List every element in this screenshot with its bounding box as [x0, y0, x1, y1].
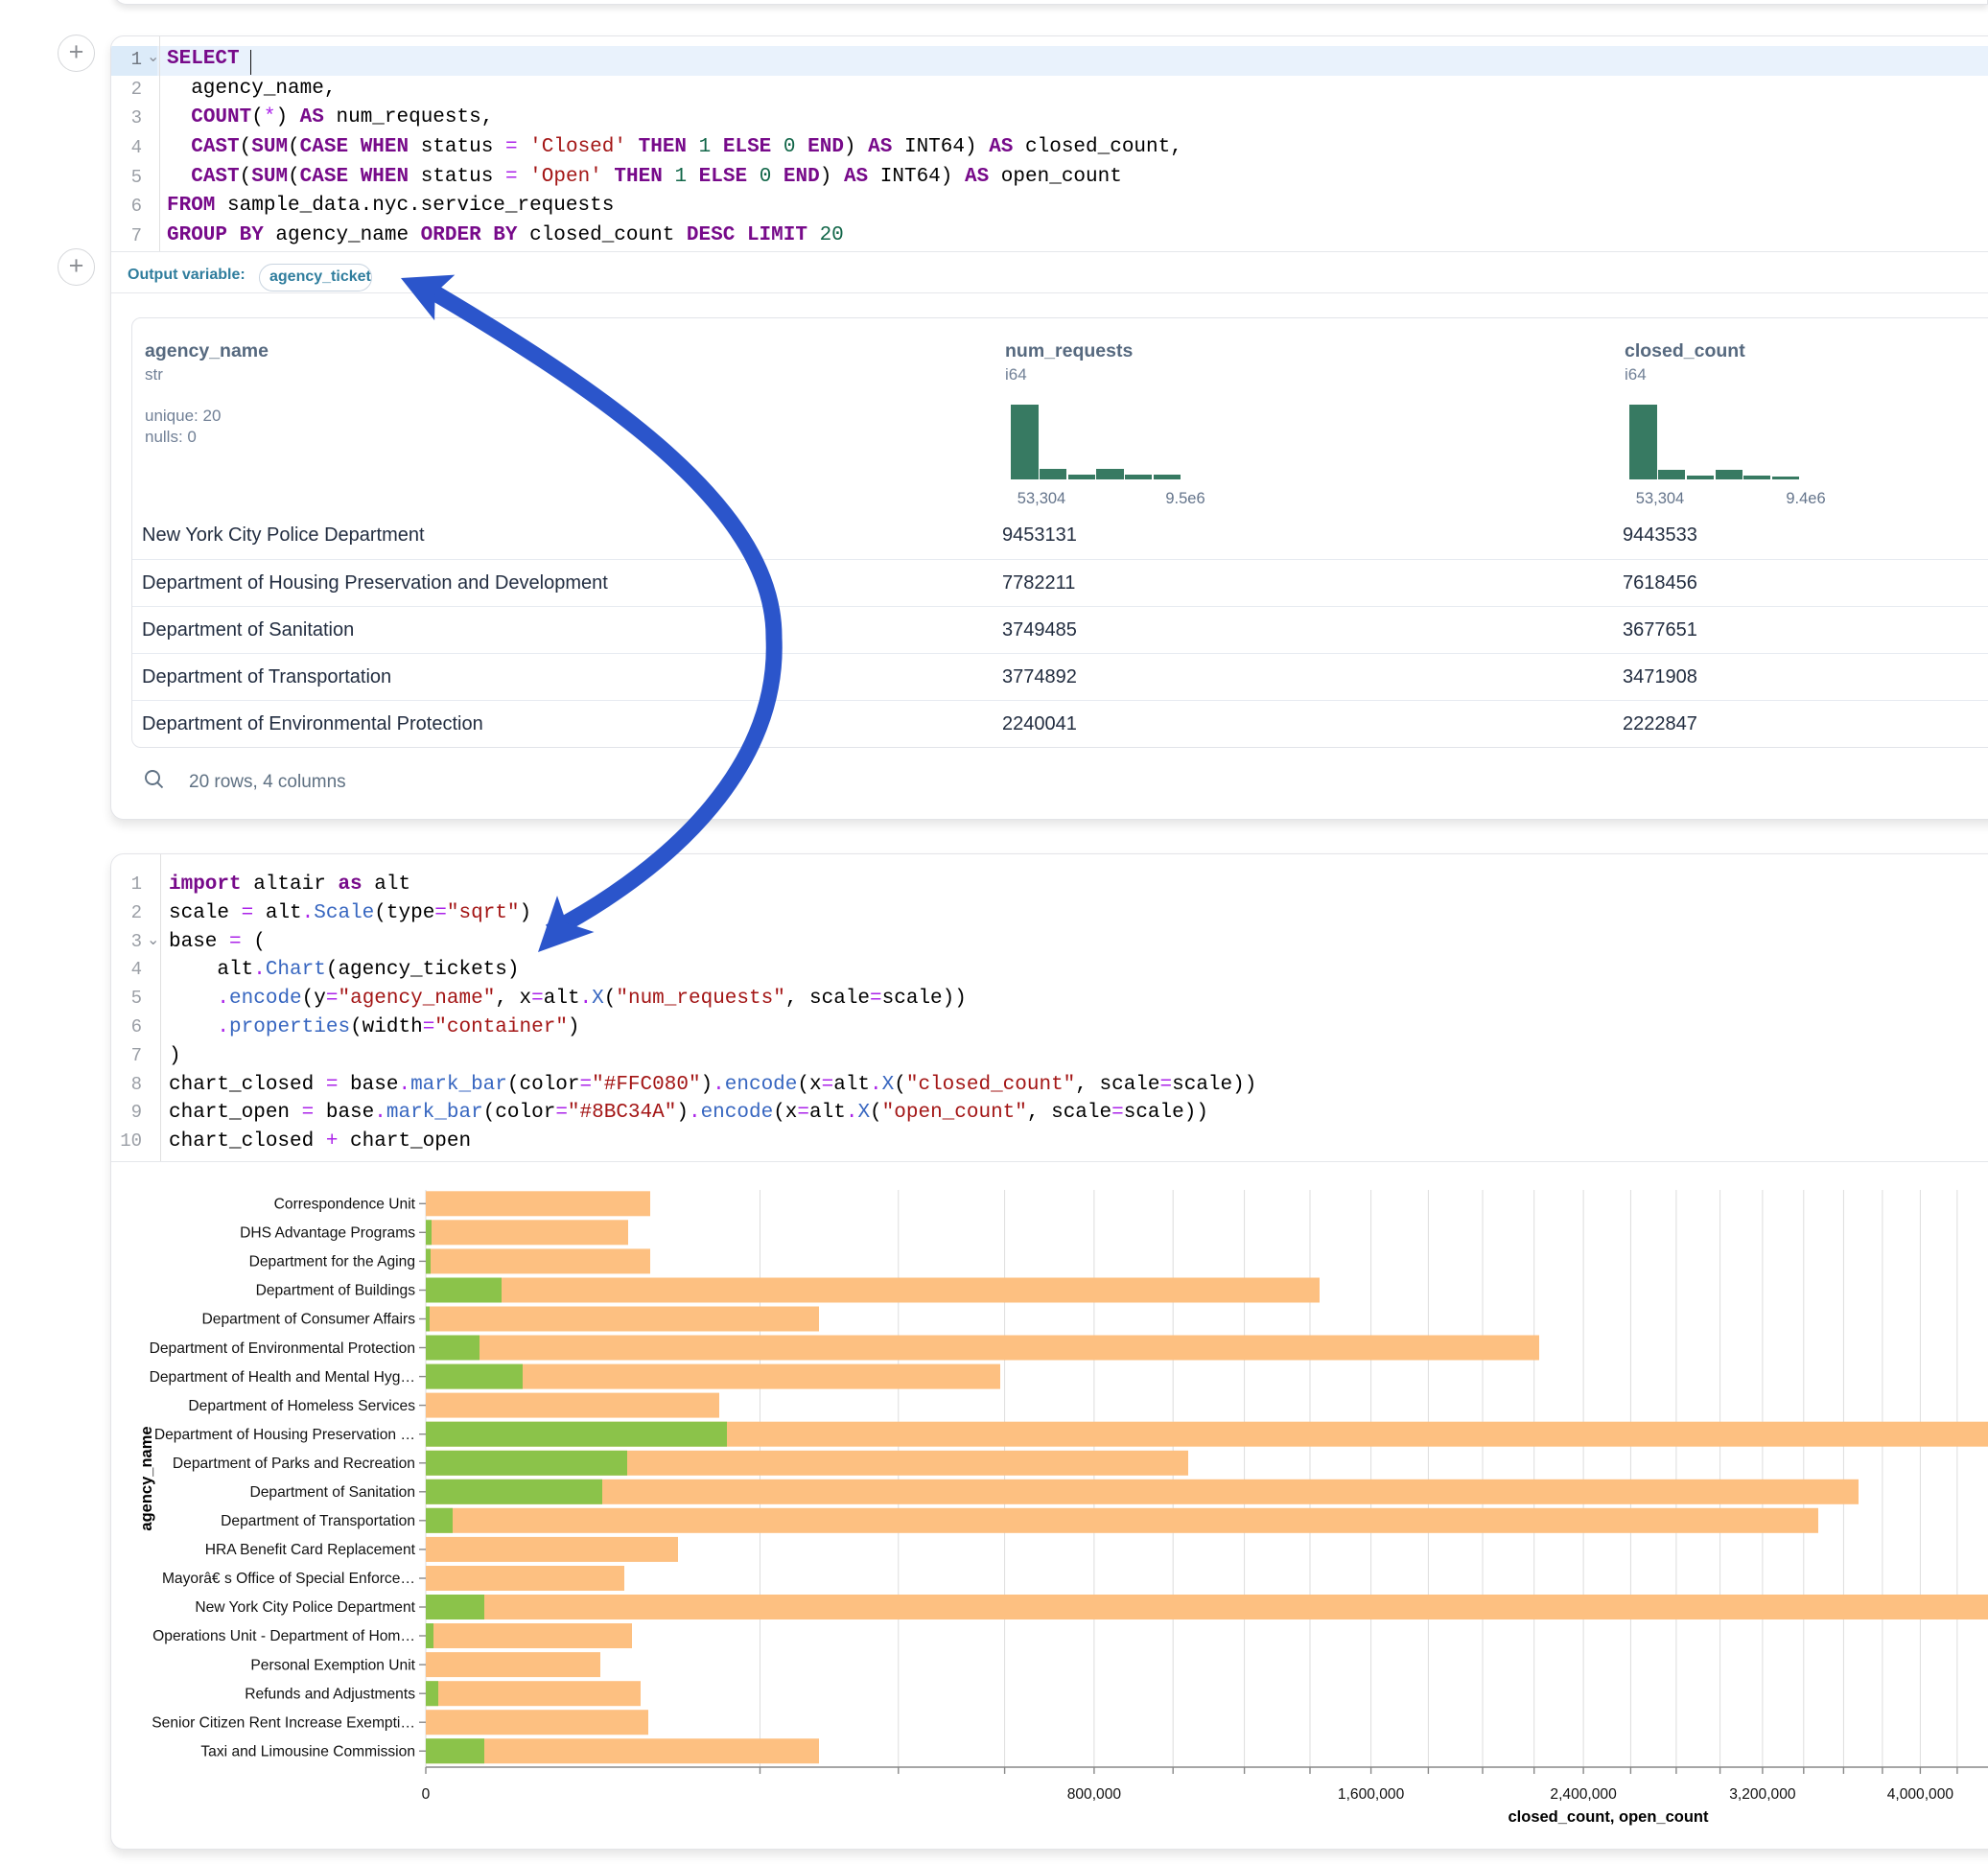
svg-text:Department for the Aging: Department for the Aging: [249, 1254, 415, 1270]
svg-text:Correspondence Unit: Correspondence Unit: [274, 1197, 416, 1213]
svg-text:Department of Homeless Service: Department of Homeless Services: [188, 1398, 415, 1414]
svg-text:Mayorâ€ s Office of Special En: Mayorâ€ s Office of Special Enforce…: [162, 1571, 415, 1587]
svg-text:Department of Buildings: Department of Buildings: [256, 1283, 416, 1299]
svg-text:1,600,000: 1,600,000: [1338, 1786, 1405, 1803]
svg-text:Department of Housing Preserva: Department of Housing Preservation …: [154, 1427, 415, 1443]
svg-text:Operations Unit - Department o: Operations Unit - Department of Hom…: [152, 1628, 415, 1644]
svg-text:Department of Transportation: Department of Transportation: [221, 1513, 415, 1529]
svg-text:Department of Sanitation: Department of Sanitation: [250, 1484, 416, 1501]
svg-text:Refunds and Adjustments: Refunds and Adjustments: [245, 1686, 415, 1702]
svg-text:Department of Consumer Affairs: Department of Consumer Affairs: [202, 1312, 416, 1328]
svg-text:HRA Benefit Card Replacement: HRA Benefit Card Replacement: [205, 1542, 416, 1558]
svg-text:DHS Advantage Programs: DHS Advantage Programs: [240, 1225, 415, 1242]
svg-text:0: 0: [422, 1786, 431, 1803]
svg-text:Department of Health and Menta: Department of Health and Mental Hyg…: [150, 1369, 415, 1386]
svg-text:Department of Parks and Recrea: Department of Parks and Recreation: [173, 1456, 415, 1472]
svg-text:Senior Citizen Rent Increase E: Senior Citizen Rent Increase Exempti…: [152, 1714, 415, 1731]
svg-text:4,000,000: 4,000,000: [1887, 1786, 1954, 1803]
svg-text:3,200,000: 3,200,000: [1729, 1786, 1796, 1803]
svg-text:Taxi and Limousine Commission: Taxi and Limousine Commission: [200, 1744, 415, 1760]
svg-text:800,000: 800,000: [1067, 1786, 1122, 1803]
svg-text:Personal Exemption Unit: Personal Exemption Unit: [250, 1657, 415, 1673]
svg-text:agency_name: agency_name: [138, 1426, 155, 1530]
svg-text:closed_count, open_count: closed_count, open_count: [1508, 1808, 1709, 1826]
svg-text:2,400,000: 2,400,000: [1550, 1786, 1617, 1803]
svg-text:New York City Police Departmen: New York City Police Department: [195, 1599, 415, 1616]
svg-text:Department of Environmental Pr: Department of Environmental Protection: [150, 1340, 415, 1357]
